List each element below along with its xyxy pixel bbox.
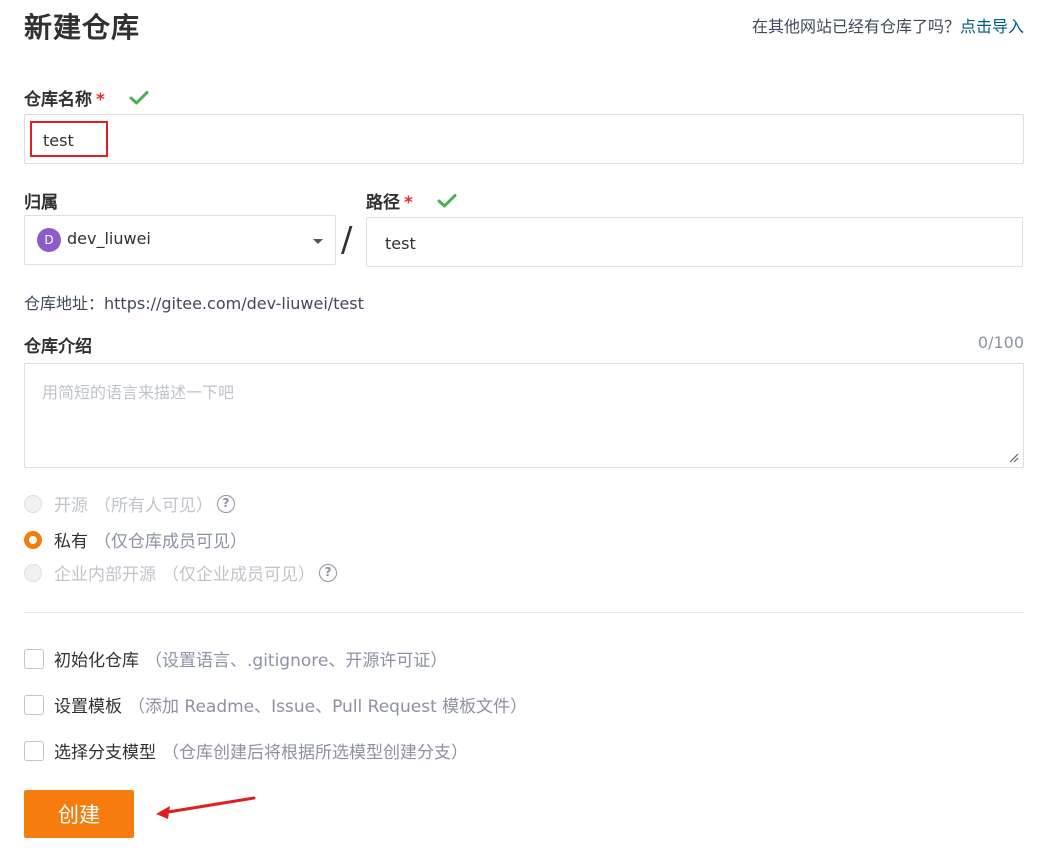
owner-value: dev_liuwei	[67, 229, 151, 248]
red-arrow	[156, 796, 256, 819]
repo-address: 仓库地址：https://gitee.com/dev-liuwei/test	[24, 290, 364, 314]
radio-private-desc: （仅仓库成员可见）	[94, 532, 247, 552]
checkbox-template[interactable]	[24, 694, 44, 715]
description-counter: 0/100	[977, 333, 1024, 352]
radio-private[interactable]	[24, 530, 42, 549]
repo-name-input[interactable]: test	[24, 114, 1024, 164]
resize-grip-icon[interactable]	[1009, 453, 1019, 463]
owner-select[interactable]: D dev_liuwei	[24, 215, 336, 265]
radio-public-label: 开源	[54, 496, 88, 516]
checkbox-init-repo[interactable]	[24, 648, 44, 669]
description-label: 仓库介绍	[24, 337, 92, 357]
import-hint: 在其他网站已经有仓库了吗？点击导入	[752, 13, 1024, 37]
repo-name-value: test	[43, 131, 74, 150]
option-branch-model[interactable]: 选择分支模型 （仓库创建后将根据所选模型创建分支）	[24, 738, 468, 763]
question-circle-icon[interactable]: ?	[217, 494, 235, 513]
owner-label: 归属	[24, 193, 58, 213]
create-button[interactable]: 创建	[24, 790, 134, 838]
checkbox-branch-model[interactable]	[24, 740, 44, 761]
divider	[24, 612, 1024, 613]
avatar: D	[37, 228, 61, 252]
required-mark: *	[404, 193, 413, 213]
required-mark: *	[96, 90, 105, 110]
repo-name-label-text: 仓库名称	[24, 90, 92, 110]
option-init-repo[interactable]: 初始化仓库 （设置语言、.gitignore、开源许可证）	[24, 646, 447, 671]
radio-private-label: 私有	[54, 532, 88, 552]
caret-down-icon	[313, 239, 323, 244]
option-template-desc: （添加 Readme、Issue、Pull Request 模板文件）	[128, 697, 528, 717]
check-icon	[129, 90, 149, 111]
path-label: 路径 *	[366, 188, 457, 214]
import-link[interactable]: 点击导入	[960, 17, 1024, 36]
radio-internal[interactable]	[24, 563, 42, 582]
visibility-private[interactable]: 私有 （仅仓库成员可见）	[24, 527, 247, 552]
path-value: test	[385, 234, 416, 253]
page-title: 新建仓库	[24, 11, 141, 44]
radio-internal-desc: （仅企业成员可见）	[162, 565, 315, 585]
repo-name-label: 仓库名称 *	[24, 85, 149, 111]
radio-public[interactable]	[24, 494, 42, 513]
radio-internal-label: 企业内部开源	[54, 565, 156, 585]
import-question: 在其他网站已经有仓库了吗？	[751, 17, 960, 36]
option-branch-model-desc: （仓库创建后将根据所选模型创建分支）	[162, 743, 468, 763]
visibility-public[interactable]: 开源 （所有人可见） ?	[24, 491, 235, 516]
description-textarea[interactable]: 用简短的语言来描述一下吧	[24, 363, 1024, 468]
check-icon	[437, 193, 457, 214]
option-template-label: 设置模板	[54, 697, 122, 717]
path-label-text: 路径	[366, 193, 400, 213]
radio-public-desc: （所有人可见）	[94, 496, 213, 516]
repo-address-prefix: 仓库地址：	[24, 294, 105, 313]
repo-address-url: https://gitee.com/dev-liuwei/test	[104, 294, 364, 313]
path-input[interactable]: test	[366, 217, 1023, 267]
option-branch-model-label: 选择分支模型	[54, 743, 156, 763]
option-init-repo-desc: （设置语言、.gitignore、开源许可证）	[145, 651, 448, 671]
description-placeholder: 用简短的语言来描述一下吧	[42, 383, 235, 402]
path-separator: /	[341, 220, 353, 260]
option-init-repo-label: 初始化仓库	[54, 651, 139, 671]
option-template[interactable]: 设置模板 （添加 Readme、Issue、Pull Request 模板文件）	[24, 692, 527, 717]
visibility-internal[interactable]: 企业内部开源 （仅企业成员可见） ?	[24, 560, 337, 585]
question-circle-icon[interactable]: ?	[319, 563, 337, 582]
